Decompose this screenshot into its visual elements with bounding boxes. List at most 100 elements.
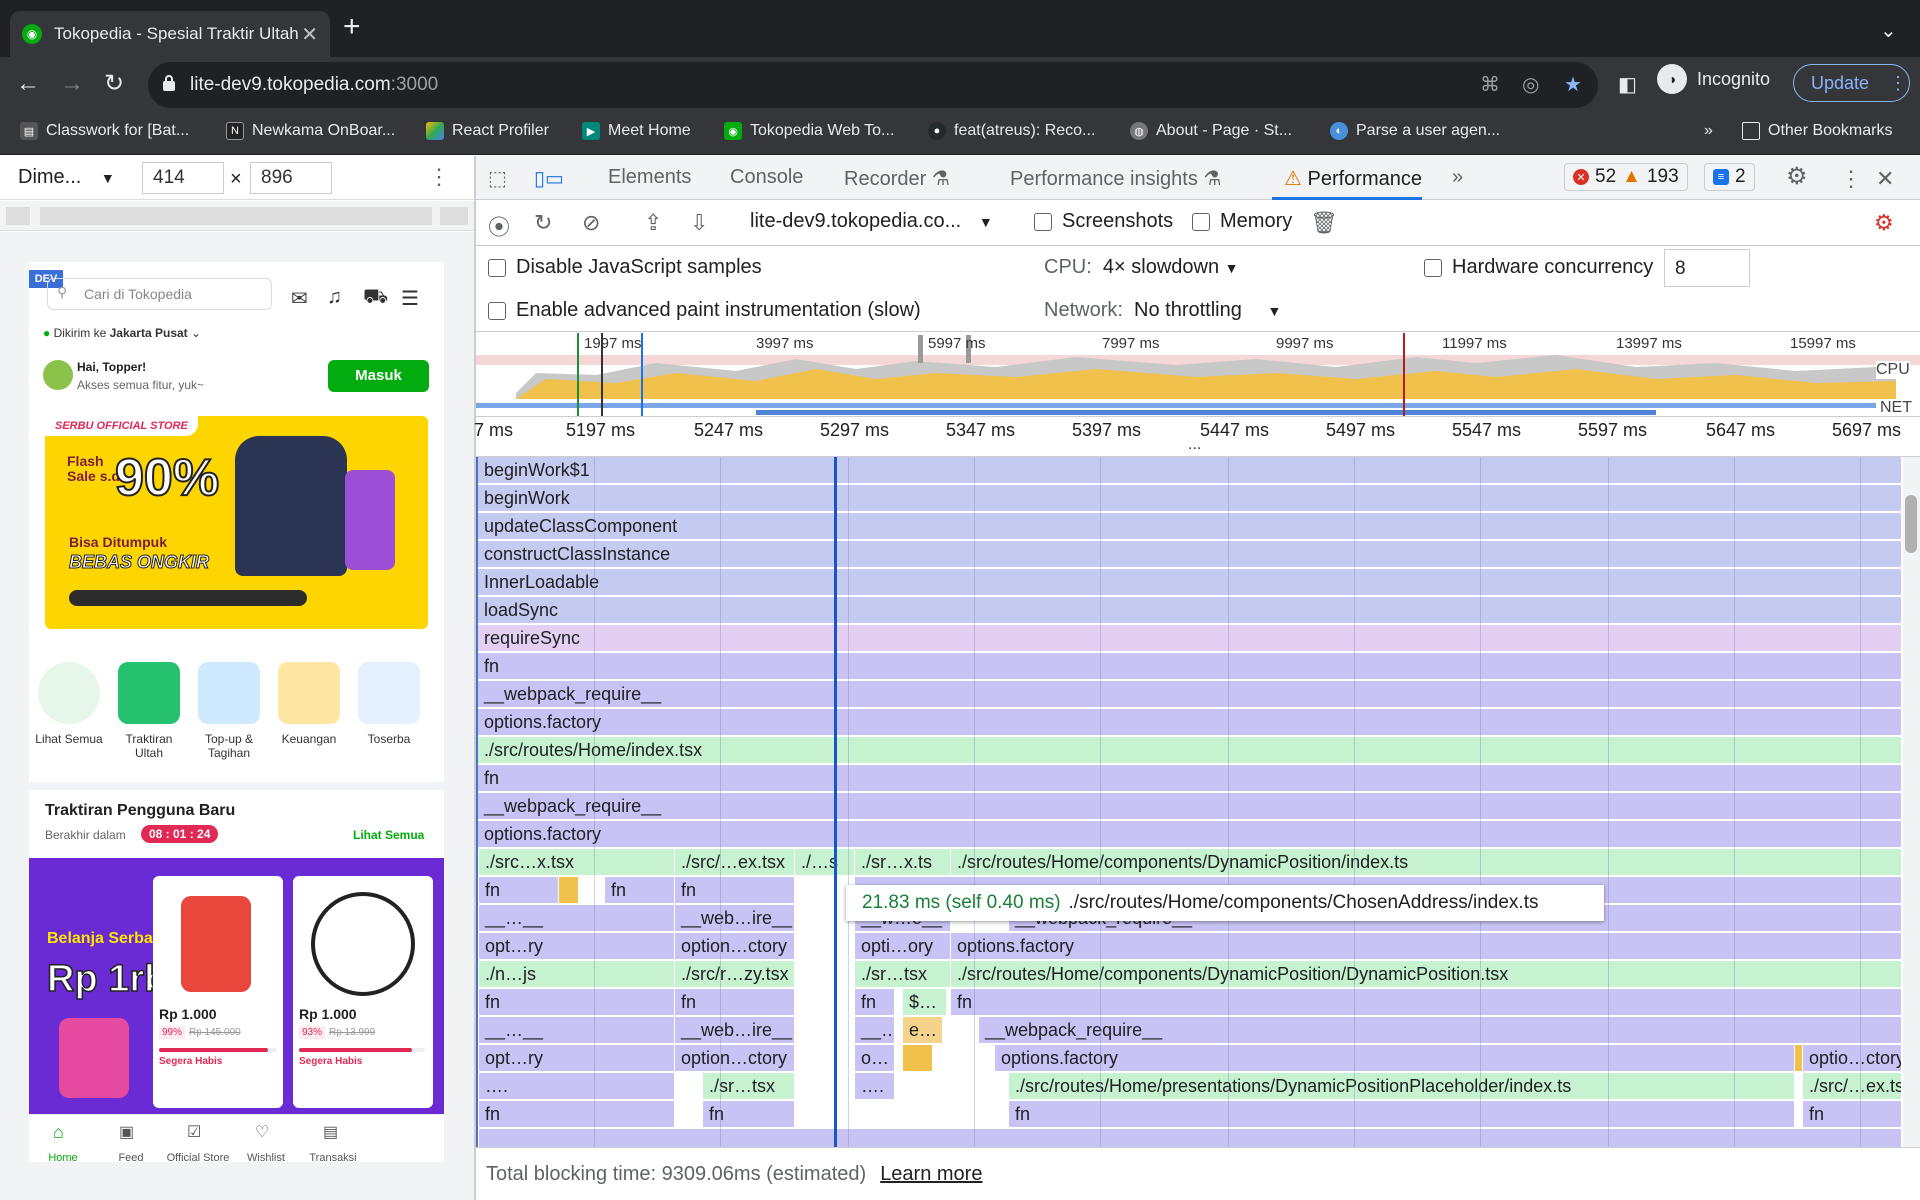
- flame-frame[interactable]: ./sr…x.ts: [854, 849, 950, 875]
- category-item[interactable]: Top-up & Tagihan: [195, 662, 263, 760]
- product-card[interactable]: Rp 1.000 99% Rp 145.000 Segera Habis: [153, 876, 283, 1108]
- flame-frame[interactable]: ./src/…ex.tsx: [674, 849, 794, 875]
- memory-checkbox[interactable]: Memory: [1192, 210, 1292, 233]
- flame-frame[interactable]: options.factory: [994, 1045, 1794, 1071]
- flame-frame[interactable]: option…ctory: [674, 1045, 794, 1071]
- hardware-concurrency-input[interactable]: 8: [1664, 249, 1750, 287]
- flame-frame[interactable]: ….: [478, 1073, 674, 1099]
- flame-frame[interactable]: ./…s: [794, 849, 854, 875]
- garbage-collect-icon[interactable]: 🗑: [1310, 210, 1338, 236]
- bookmark-item[interactable]: ◉ Tokopedia Web To...: [724, 122, 894, 140]
- advanced-paint-checkbox[interactable]: Enable advanced paint instrumentation (s…: [488, 299, 921, 322]
- update-button[interactable]: Update ⋮: [1793, 64, 1910, 102]
- flame-frame[interactable]: fn: [604, 877, 674, 903]
- flame-scrollbar[interactable]: [1903, 457, 1920, 1147]
- incognito-indicator[interactable]: ◑ Incognito: [1657, 64, 1770, 94]
- resize-handle[interactable]: ...: [1188, 436, 1201, 454]
- cart-icon[interactable]: ⛟: [363, 286, 388, 311]
- close-devtools-icon[interactable]: ✕: [1876, 166, 1894, 192]
- tab-console[interactable]: Console: [730, 166, 803, 189]
- flame-frame[interactable]: ./src/routes/Home/components/DynamicPosi…: [950, 961, 1901, 987]
- flame-frame[interactable]: __webpack_require__: [978, 1017, 1901, 1043]
- flame-row[interactable]: __webpack_require__: [478, 681, 1901, 707]
- flame-row[interactable]: requireSync: [478, 625, 1901, 651]
- flame-frame[interactable]: e…: [902, 1017, 942, 1043]
- profile-select[interactable]: lite-dev9.tokopedia.co... ▼: [750, 210, 993, 233]
- side-panel-icon[interactable]: ◧: [1618, 72, 1637, 97]
- disable-js-samples-checkbox[interactable]: Disable JavaScript samples: [488, 256, 762, 279]
- flame-frame[interactable]: fn: [478, 989, 674, 1015]
- flame-frame[interactable]: opt…ry: [478, 933, 674, 959]
- bookmark-item[interactable]: ● feat(atreus): Reco...: [928, 122, 1095, 140]
- tab-elements[interactable]: Elements: [608, 166, 691, 189]
- hamburger-menu-icon[interactable]: ☰: [401, 286, 419, 311]
- clear-icon[interactable]: ⊘: [582, 210, 600, 236]
- flame-row[interactable]: fn: [478, 653, 1901, 679]
- flame-frame[interactable]: o…: [854, 1045, 894, 1071]
- bookmarks-overflow-button[interactable]: »: [1704, 122, 1713, 140]
- upload-profile-icon[interactable]: ⇪: [644, 210, 662, 236]
- flame-frame[interactable]: opt…ry: [478, 1045, 674, 1071]
- flame-frame[interactable]: fn: [478, 1101, 674, 1127]
- flame-frame[interactable]: [902, 1045, 932, 1071]
- nav-transaksi[interactable]: Transaksi: [293, 1152, 373, 1162]
- learn-more-link[interactable]: Learn more: [880, 1163, 982, 1186]
- bookmark-item[interactable]: ◐ Parse a user agen...: [1330, 122, 1500, 140]
- device-toolbar-toggle-icon[interactable]: ▯▭: [534, 166, 564, 191]
- flame-frame[interactable]: $…: [902, 989, 946, 1015]
- category-item[interactable]: Traktiran Ultah: [115, 662, 183, 760]
- flame-frame[interactable]: fn: [950, 989, 1901, 1015]
- messages-counter[interactable]: ≡ 2: [1704, 163, 1755, 191]
- flame-frame[interactable]: [558, 877, 578, 903]
- mail-icon[interactable]: ✉: [291, 286, 308, 311]
- tab-performance[interactable]: ⚠ Performance: [1284, 166, 1422, 191]
- flame-frame[interactable]: [478, 1129, 1901, 1147]
- flame-frame[interactable]: __…__: [478, 905, 674, 931]
- tab-search-icon[interactable]: ⌄: [1880, 18, 1897, 43]
- more-tabs-icon[interactable]: »: [1452, 166, 1463, 189]
- settings-gear-icon[interactable]: ⚙: [1786, 162, 1808, 191]
- flame-frame[interactable]: ./src/routes/Home/components/DynamicPosi…: [950, 849, 1901, 875]
- tab-performance-insights[interactable]: Performance insights ⚗: [1010, 166, 1221, 191]
- translate-icon[interactable]: ⌘: [1480, 72, 1500, 97]
- flame-frame[interactable]: __…: [854, 1017, 894, 1043]
- flame-row[interactable]: __webpack_require__: [478, 793, 1901, 819]
- flame-frame[interactable]: ./sr…tsx: [702, 1073, 794, 1099]
- delivery-location[interactable]: ● Dikirim ke Jakarta Pusat ⌄: [43, 326, 201, 340]
- device-height-input[interactable]: 896: [250, 162, 332, 194]
- category-item[interactable]: Lihat Semua: [35, 662, 103, 746]
- flame-row[interactable]: constructClassInstance: [478, 541, 1901, 567]
- network-throttling[interactable]: Network: No throttling ▼: [1044, 299, 1281, 322]
- forward-icon[interactable]: →: [60, 70, 84, 98]
- flame-frame[interactable]: fn: [478, 877, 558, 903]
- login-button[interactable]: Masuk: [328, 360, 429, 392]
- search-input[interactable]: Cari di Tokopedia: [47, 278, 272, 310]
- flame-frame[interactable]: ./src/routes/Home/presentations/DynamicP…: [1008, 1073, 1794, 1099]
- flame-frame[interactable]: opti…ory: [854, 933, 950, 959]
- reload-icon[interactable]: ↻: [104, 70, 124, 98]
- reload-profile-icon[interactable]: ↻: [534, 210, 552, 236]
- flame-row[interactable]: options.factory: [478, 821, 1901, 847]
- flame-frame[interactable]: ./src/r…zy.tsx: [674, 961, 794, 987]
- bookmark-star-icon[interactable]: ★: [1564, 72, 1582, 97]
- flame-frame[interactable]: fn: [674, 877, 794, 903]
- new-tab-icon[interactable]: +: [343, 12, 361, 42]
- tracking-protection-icon[interactable]: ◎: [1522, 72, 1539, 97]
- back-icon[interactable]: ←: [16, 70, 40, 98]
- inspect-element-icon[interactable]: ⬚: [488, 166, 507, 191]
- category-item[interactable]: Keuangan: [275, 662, 343, 746]
- record-icon[interactable]: ⦿: [488, 210, 510, 242]
- flame-frame[interactable]: ./src/…ex.ts: [1802, 1073, 1901, 1099]
- bookmark-item[interactable]: ▶ Meet Home: [582, 122, 691, 140]
- timeline-overview[interactable]: 1997 ms 3997 ms 5997 ms 7997 ms 9997 ms …: [476, 333, 1920, 417]
- notification-bell-icon[interactable]: ♫: [327, 286, 342, 309]
- flame-frame[interactable]: __…__: [478, 1017, 674, 1043]
- download-profile-icon[interactable]: ⇩: [690, 210, 708, 236]
- flame-frame[interactable]: fn: [674, 989, 794, 1015]
- flame-row[interactable]: options.factory: [478, 709, 1901, 735]
- product-card[interactable]: Rp 1.000 93% Rp 13.999 Segera Habis: [293, 876, 433, 1108]
- flame-frame[interactable]: ./src…x.tsx: [478, 849, 674, 875]
- bookmark-item[interactable]: ▤ Classwork for [Bat...: [20, 122, 189, 140]
- issues-counter[interactable]: ✕ 52 ▲ 193: [1564, 163, 1688, 191]
- flame-frame[interactable]: ./sr…tsx: [854, 961, 950, 987]
